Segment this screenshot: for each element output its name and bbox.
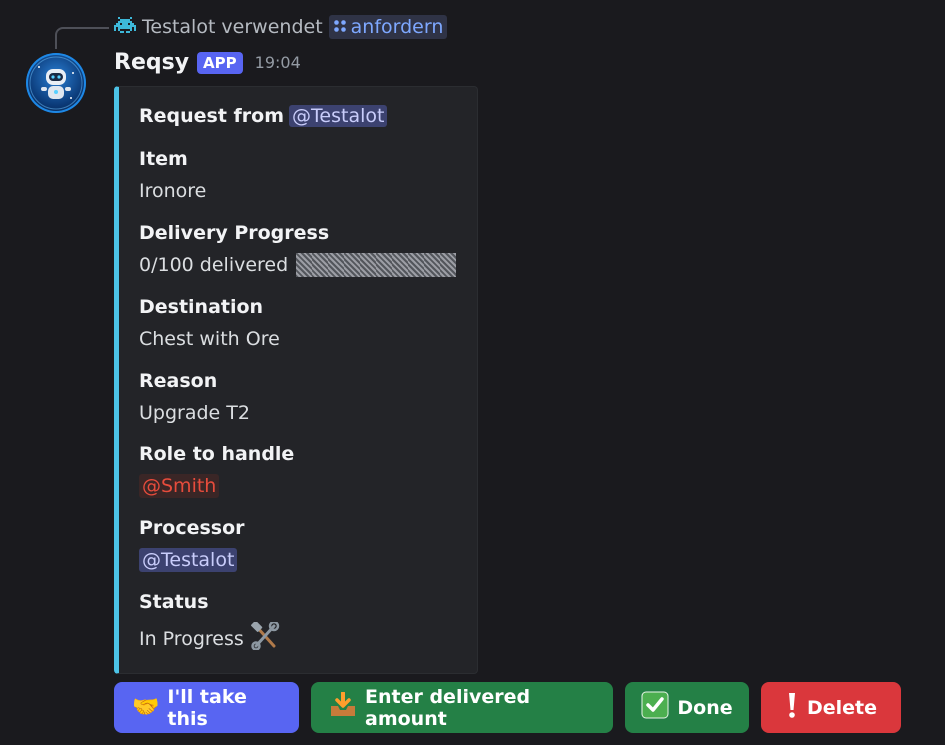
field-value: Ironore [139, 180, 207, 202]
embed-title: Request from @Testalot [139, 105, 388, 127]
robot-avatar[interactable] [26, 53, 86, 113]
field-name: Processor [139, 517, 245, 539]
inbox-tray-icon [329, 691, 357, 723]
field-name: Status [139, 591, 209, 613]
field-value: @Smith [139, 474, 294, 498]
processor-mention[interactable]: @Testalot [139, 548, 238, 572]
role-mention[interactable]: @Smith [139, 474, 220, 498]
field-status: Status In Progress [139, 590, 280, 656]
app-badge: APP [197, 51, 243, 74]
field-role: Role to handle @Smith [139, 442, 294, 498]
message-timestamp[interactable]: 19:04 [255, 53, 301, 72]
handshake-icon: 🤝 [132, 694, 160, 720]
delete-button[interactable]: Delete [761, 682, 901, 733]
author-name[interactable]: Reqsy [114, 50, 189, 75]
field-name: Role to handle [139, 443, 295, 465]
reply-connector [55, 27, 109, 49]
exclamation-icon [785, 691, 799, 724]
reply-verb: verwendet [221, 16, 323, 38]
field-value: In Progress [139, 620, 280, 656]
check-mark-icon [641, 691, 669, 724]
field-name: Delivery Progress [139, 222, 330, 244]
enter-amount-button[interactable]: Enter delivered amount [311, 682, 613, 733]
slash-command-link[interactable]: anfordern [328, 15, 448, 39]
field-item: Item Ironore [139, 147, 206, 203]
button-label: Delete [806, 696, 878, 719]
requester-mention[interactable]: @Testalot [289, 105, 388, 127]
request-embed: Request from @Testalot Item Ironore Deli… [114, 86, 478, 674]
slash-command-icon [333, 16, 347, 38]
reply-context[interactable]: Testalot verwendet anfordern [114, 13, 448, 41]
field-value: Upgrade T2 [139, 402, 250, 424]
button-label: Enter delivered amount [365, 685, 531, 730]
field-delivery-progress: Delivery Progress 0/100 delivered [139, 221, 457, 277]
field-name: Destination [139, 296, 264, 318]
field-value: @Testalot [139, 548, 245, 572]
space-invader-icon [114, 16, 136, 39]
button-label: Done [677, 696, 733, 719]
take-request-button[interactable]: 🤝 I'll take this [114, 682, 299, 733]
hammer-wrench-icon [250, 620, 280, 656]
embed-title-text: Request from [139, 105, 285, 127]
progress-text: 0/100 delivered [139, 254, 289, 276]
field-value: 0/100 delivered [139, 253, 457, 277]
field-name: Item [139, 148, 188, 170]
progress-bar [296, 253, 457, 277]
field-destination: Destination Chest with Ore [139, 295, 280, 351]
status-text: In Progress [139, 628, 244, 650]
done-button[interactable]: Done [625, 682, 749, 733]
field-name: Reason [139, 370, 218, 392]
message-header: Reqsy APP 19:04 [114, 50, 301, 75]
field-reason: Reason Upgrade T2 [139, 369, 250, 425]
button-label: I'll take this [167, 685, 247, 730]
action-buttons: 🤝 I'll take this Enter delivered amount … [114, 682, 901, 733]
field-processor: Processor @Testalot [139, 516, 245, 572]
reply-user[interactable]: Testalot [142, 16, 215, 38]
field-value: Chest with Ore [139, 328, 280, 350]
slash-command-name: anfordern [350, 16, 444, 38]
